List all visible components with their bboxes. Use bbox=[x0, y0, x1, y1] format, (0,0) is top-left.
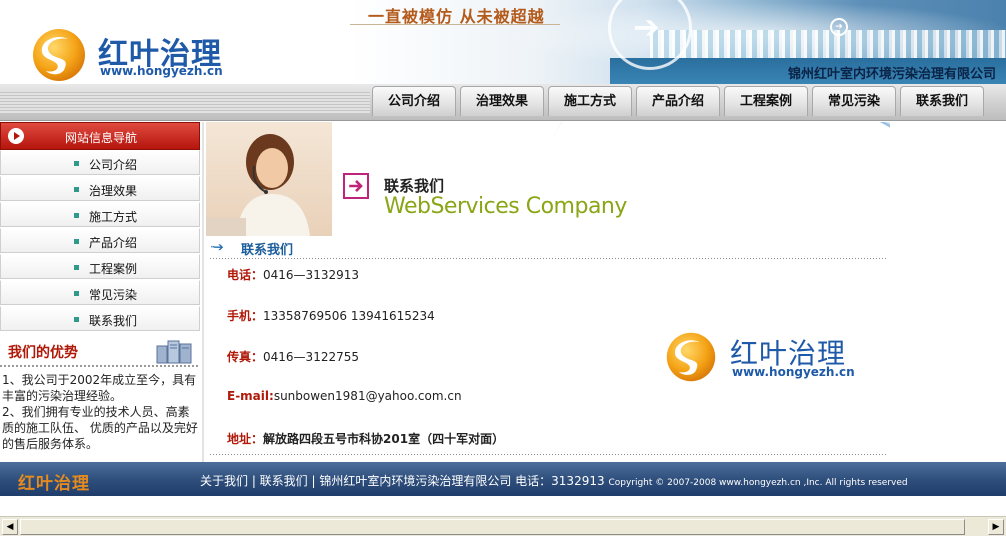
sidebar-item-label: 工程案例 bbox=[89, 262, 138, 276]
square-bullet-icon bbox=[74, 317, 79, 322]
nav-tab-effects[interactable]: 治理效果 bbox=[460, 86, 544, 116]
contact-phone: 电话：0416—3132913 bbox=[227, 266, 359, 283]
contact-label: 地址： bbox=[227, 432, 264, 446]
nav-tab-construction[interactable]: 施工方式 bbox=[548, 86, 632, 116]
operator-photo bbox=[206, 122, 332, 236]
sidebar-item-products[interactable]: 产品介绍 bbox=[0, 228, 200, 253]
nav-tab-company[interactable]: 公司介绍 bbox=[372, 86, 456, 116]
divider bbox=[210, 258, 886, 259]
content-banner: 联系我们 WebServices Company bbox=[206, 122, 890, 236]
sidebar-nav-list: 公司介绍 治理效果 施工方式 产品介绍 工程案例 常见污染 联系我们 bbox=[0, 150, 200, 332]
divider bbox=[202, 122, 204, 462]
sidebar-item-pollution[interactable]: 常见污染 bbox=[0, 280, 200, 305]
advantage-item: 1、我公司于2002年成立至今，具有丰富的污染治理经验。 bbox=[2, 373, 197, 403]
site-logo[interactable]: 红叶治理 www.hongyezh.cn bbox=[30, 26, 240, 84]
contact-label: 手机： bbox=[227, 309, 264, 323]
advantage-text: 1、我公司于2002年成立至今，具有丰富的污染治理经验。 2、我们拥有专业的技术… bbox=[2, 372, 198, 452]
advantage-header: 我们的优势 bbox=[0, 334, 200, 368]
swirl-logo-icon bbox=[666, 332, 716, 382]
nav-tab-contact[interactable]: 联系我们 bbox=[900, 86, 984, 116]
sidebar-item-label: 联系我们 bbox=[89, 314, 138, 328]
divider bbox=[210, 454, 886, 455]
footer-links[interactable]: 关于我们 | 联系我们 | 锦州红叶室内环境污染治理有限公司 电话：313291… bbox=[200, 474, 605, 488]
sidebar-item-cases[interactable]: 工程案例 bbox=[0, 254, 200, 279]
horizontal-scrollbar[interactable]: ◀ ▶ bbox=[0, 516, 1006, 536]
contact-label: 传真： bbox=[227, 350, 264, 364]
play-arrow-icon: ➔ bbox=[830, 18, 848, 36]
sidebar-item-effects[interactable]: 治理效果 bbox=[0, 176, 200, 201]
swirl-logo-icon bbox=[33, 29, 85, 81]
dotted-arrow-icon: ··➔ bbox=[210, 240, 224, 254]
sidebar-item-label: 产品介绍 bbox=[89, 236, 138, 250]
contact-fax: 传真：0416—3122755 bbox=[227, 348, 359, 365]
scroll-left-icon[interactable]: ◀ bbox=[2, 519, 18, 535]
brand-url: www.hongyezh.cn bbox=[100, 64, 223, 78]
sidebar-item-company[interactable]: 公司介绍 bbox=[0, 150, 200, 175]
advantage-title: 我们的优势 bbox=[8, 345, 78, 361]
footer-copyright: Copyright © 2007-2008 www.hongyezh.cn ,I… bbox=[608, 478, 908, 488]
contact-label: E-mail: bbox=[227, 389, 274, 403]
contact-value: 0416—3122755 bbox=[263, 350, 359, 364]
contact-value: 13358769506 13941615234 bbox=[263, 309, 435, 323]
sidebar-item-label: 公司介绍 bbox=[89, 158, 138, 172]
sidebar-nav-header: 网站信息导航 bbox=[0, 122, 200, 150]
contact-email: E-mail:sunbowen1981@yahoo.com.cn bbox=[227, 389, 462, 403]
sidebar-nav-title: 网站信息导航 bbox=[64, 131, 137, 145]
sidebar-item-contact[interactable]: 联系我们 bbox=[0, 306, 200, 331]
square-bullet-icon bbox=[74, 265, 79, 270]
sidebar: 网站信息导航 公司介绍 治理效果 施工方式 产品介绍 工程案例 常见污染 联系我… bbox=[0, 122, 201, 462]
section-heading: ··➔ 联系我们 bbox=[210, 238, 886, 258]
server-icon bbox=[156, 340, 192, 364]
footer-logo: 红叶治理 bbox=[18, 474, 90, 494]
arrow-box-icon bbox=[343, 173, 369, 199]
square-bullet-icon bbox=[74, 291, 79, 296]
contact-value[interactable]: sunbowen1981@yahoo.com.cn bbox=[274, 389, 462, 403]
top-navbar: 公司介绍 治理效果 施工方式 产品介绍 工程案例 常见污染 联系我们 bbox=[0, 84, 1006, 121]
sidebar-item-label: 常见污染 bbox=[89, 288, 138, 302]
square-bullet-icon bbox=[74, 161, 79, 166]
nav-tab-pollution[interactable]: 常见污染 bbox=[812, 86, 896, 116]
contact-address: 地址：解放路四段五号市科协201室（四十军对面） bbox=[227, 430, 504, 447]
square-bullet-icon bbox=[74, 213, 79, 218]
divider bbox=[0, 365, 200, 367]
square-bullet-icon bbox=[74, 239, 79, 244]
contact-mobile: 手机：13358769506 13941615234 bbox=[227, 307, 435, 324]
advantage-item: 2、我们拥有专业的技术人员、高素质的施工队伍、 优质的产品以及完好的售后服务体系… bbox=[2, 405, 198, 451]
sidebar-item-label: 治理效果 bbox=[89, 184, 138, 198]
sidebar-item-label: 施工方式 bbox=[89, 210, 138, 224]
sidebar-item-construction[interactable]: 施工方式 bbox=[0, 202, 200, 227]
banner-title: 联系我们 bbox=[384, 177, 445, 195]
nav-tab-products[interactable]: 产品介绍 bbox=[636, 86, 720, 116]
content-logo: 红叶治理 www.hongyezh.cn bbox=[664, 330, 884, 386]
contact-value: 解放路四段五号市科协201室（四十军对面） bbox=[263, 432, 505, 446]
square-bullet-icon bbox=[74, 187, 79, 192]
scrollbar-thumb[interactable] bbox=[20, 519, 965, 535]
contact-value: 0416—3132913 bbox=[263, 268, 359, 282]
nav-tab-cases[interactable]: 工程案例 bbox=[724, 86, 808, 116]
section-title: 联系我们 bbox=[241, 243, 294, 258]
footer: 红叶治理 关于我们 | 联系我们 | 锦州红叶室内环境污染治理有限公司 电话：3… bbox=[0, 462, 1006, 496]
content-logo-url: www.hongyezh.cn bbox=[732, 365, 855, 379]
company-name: 锦州红叶室内环境污染治理有限公司 bbox=[787, 67, 996, 82]
contact-label: 电话： bbox=[227, 268, 264, 282]
banner-subtitle: WebServices Company bbox=[384, 194, 627, 219]
header: 红叶治理 www.hongyezh.cn ➔ ➔ 一直被模仿 从未被超越 锦州红… bbox=[0, 0, 1006, 121]
footer-info: 关于我们 | 联系我们 | 锦州红叶室内环境污染治理有限公司 电话：313291… bbox=[200, 472, 908, 489]
scroll-right-icon[interactable]: ▶ bbox=[988, 519, 1004, 535]
arrow-right-icon: ➔ bbox=[633, 8, 660, 46]
header-banner: ➔ ➔ 一直被模仿 从未被超越 锦州红叶室内环境污染治理有限公司 bbox=[350, 0, 1006, 88]
